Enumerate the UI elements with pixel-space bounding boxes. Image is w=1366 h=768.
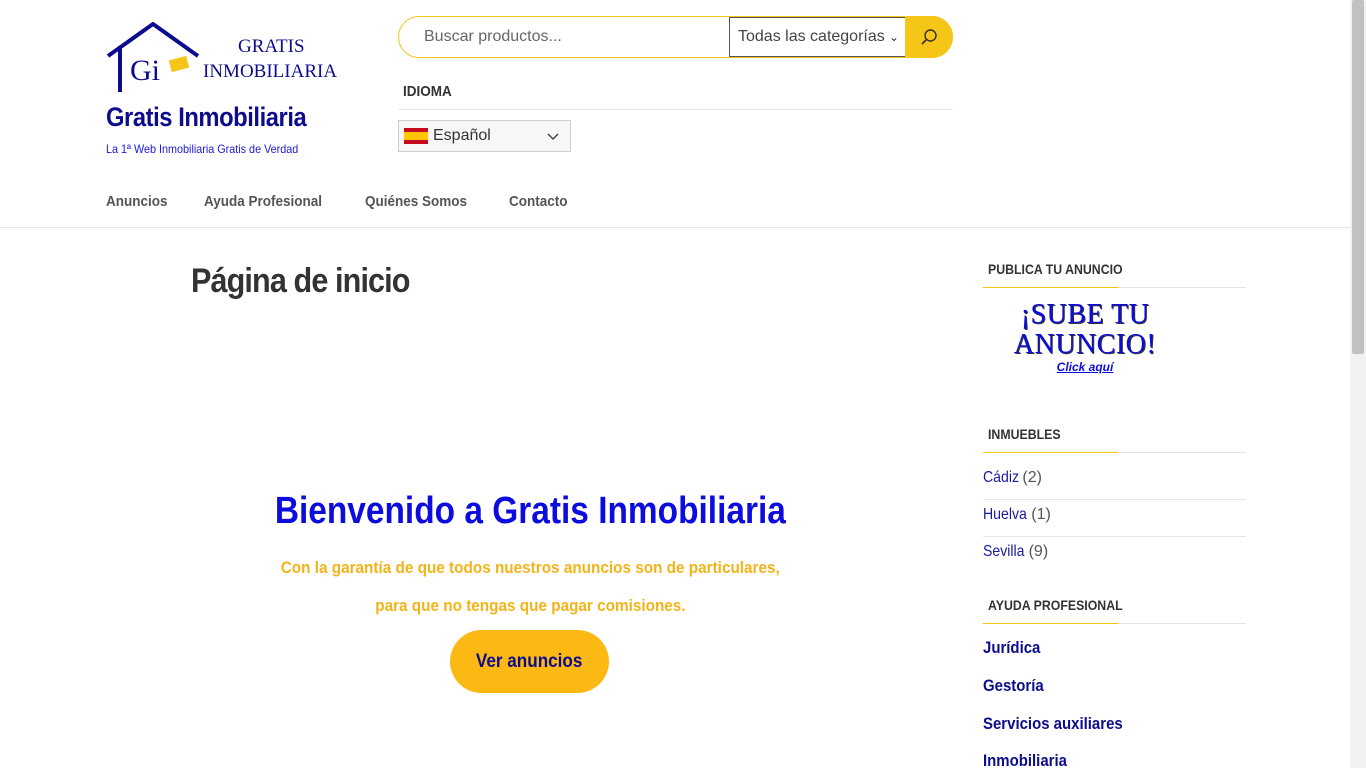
- search-input[interactable]: [399, 17, 729, 57]
- language-select-value: Español: [433, 127, 491, 144]
- banner-line2: ANUNCIO!: [1013, 329, 1157, 360]
- site-title[interactable]: Gratis Inmobiliaria: [106, 102, 307, 133]
- hero-heading: Bienvenido a Gratis Inmobiliaria: [150, 490, 910, 533]
- hero-subtitle-line1: Con la garantía de que todos nuestros an…: [150, 558, 910, 578]
- page-title: Página de inicio: [191, 262, 410, 300]
- header-divider: [0, 227, 1350, 228]
- logo-text-line2: INMOBILIARIA: [203, 61, 337, 82]
- search-button[interactable]: [905, 16, 953, 58]
- language-select[interactable]: Español: [398, 120, 571, 152]
- nav-item-quienes-somos[interactable]: Quiénes Somos: [365, 193, 467, 210]
- category-select-value: Todas las categorías: [738, 28, 885, 45]
- list-item-cadiz[interactable]: Cádiz (2): [983, 463, 1246, 500]
- publish-widget-title: PUBLICA TU ANUNCIO: [988, 261, 1123, 277]
- banner-line1: ¡SUBE TU: [1020, 299, 1150, 330]
- nav-item-ayuda-profesional[interactable]: Ayuda Profesional: [204, 193, 322, 210]
- category-count: (2): [1022, 469, 1042, 486]
- search-icon: [921, 29, 937, 45]
- help-link-juridica[interactable]: Jurídica: [983, 638, 1040, 658]
- logo-text-line1: GRATIS: [238, 36, 305, 57]
- chevron-down-icon: ⌄: [888, 30, 899, 44]
- category-count: (9): [1028, 543, 1049, 560]
- hero-heading-text: Bienvenido a Gratis Inmobiliaria: [274, 490, 786, 532]
- category-name[interactable]: Cádiz: [983, 463, 1019, 493]
- ver-anuncios-button[interactable]: Ver anuncios: [450, 630, 609, 693]
- inmuebles-widget-title: INMUEBLES: [988, 426, 1061, 442]
- page-scrollbar[interactable]: [1350, 0, 1366, 768]
- hero-subtitle-line1-text: Con la garantía de que todos nuestros an…: [280, 558, 780, 577]
- ver-anuncios-label: Ver anuncios: [476, 650, 583, 672]
- site-tagline: La 1ª Web Inmobiliaria Gratis de Verdad: [106, 142, 299, 156]
- category-select[interactable]: Todas las categorías ⌄: [729, 17, 906, 57]
- publish-ad-banner[interactable]: ¡SUBE TU ANUNCIO! Click aquí: [990, 300, 1180, 380]
- ayuda-widget-title: AYUDA PROFESIONAL: [988, 597, 1123, 613]
- help-link-servicios-auxiliares[interactable]: Servicios auxiliares: [983, 714, 1123, 734]
- category-count: (1): [1031, 506, 1051, 523]
- widget-divider: [983, 287, 1246, 288]
- main-nav: Anuncios Ayuda Profesional Quiénes Somos…: [106, 193, 574, 210]
- help-link-inmobiliaria[interactable]: Inmobiliaria: [983, 751, 1067, 768]
- hero-subtitle-line2: para que no tengas que pagar comisiones.: [150, 596, 910, 616]
- category-name[interactable]: Sevilla: [983, 537, 1024, 567]
- chevron-down-icon: [547, 133, 559, 141]
- scrollbar-thumb[interactable]: [1352, 0, 1364, 354]
- nav-item-contacto[interactable]: Contacto: [509, 193, 568, 210]
- category-name[interactable]: Huelva: [983, 500, 1027, 530]
- help-link-gestoria[interactable]: Gestoría: [983, 676, 1044, 696]
- list-item-sevilla[interactable]: Sevilla (9): [983, 537, 1246, 574]
- banner-click-link: Click aquí: [1056, 360, 1114, 374]
- language-widget-title: IDIOMA: [403, 83, 452, 100]
- product-search-form: Todas las categorías ⌄: [398, 16, 953, 58]
- spain-flag-icon: [404, 128, 428, 144]
- widget-divider: [983, 623, 1246, 624]
- widget-divider: [983, 452, 1246, 453]
- hero-subtitle-line2-text: para que no tengas que pagar comisiones.: [374, 596, 686, 615]
- logo-initials: Gi: [130, 54, 160, 87]
- site-logo[interactable]: Gi GRATIS INMOBILIARIA: [106, 22, 356, 96]
- divider: [398, 109, 953, 110]
- list-item-huelva[interactable]: Huelva (1): [983, 500, 1246, 537]
- nav-item-anuncios[interactable]: Anuncios: [106, 193, 168, 210]
